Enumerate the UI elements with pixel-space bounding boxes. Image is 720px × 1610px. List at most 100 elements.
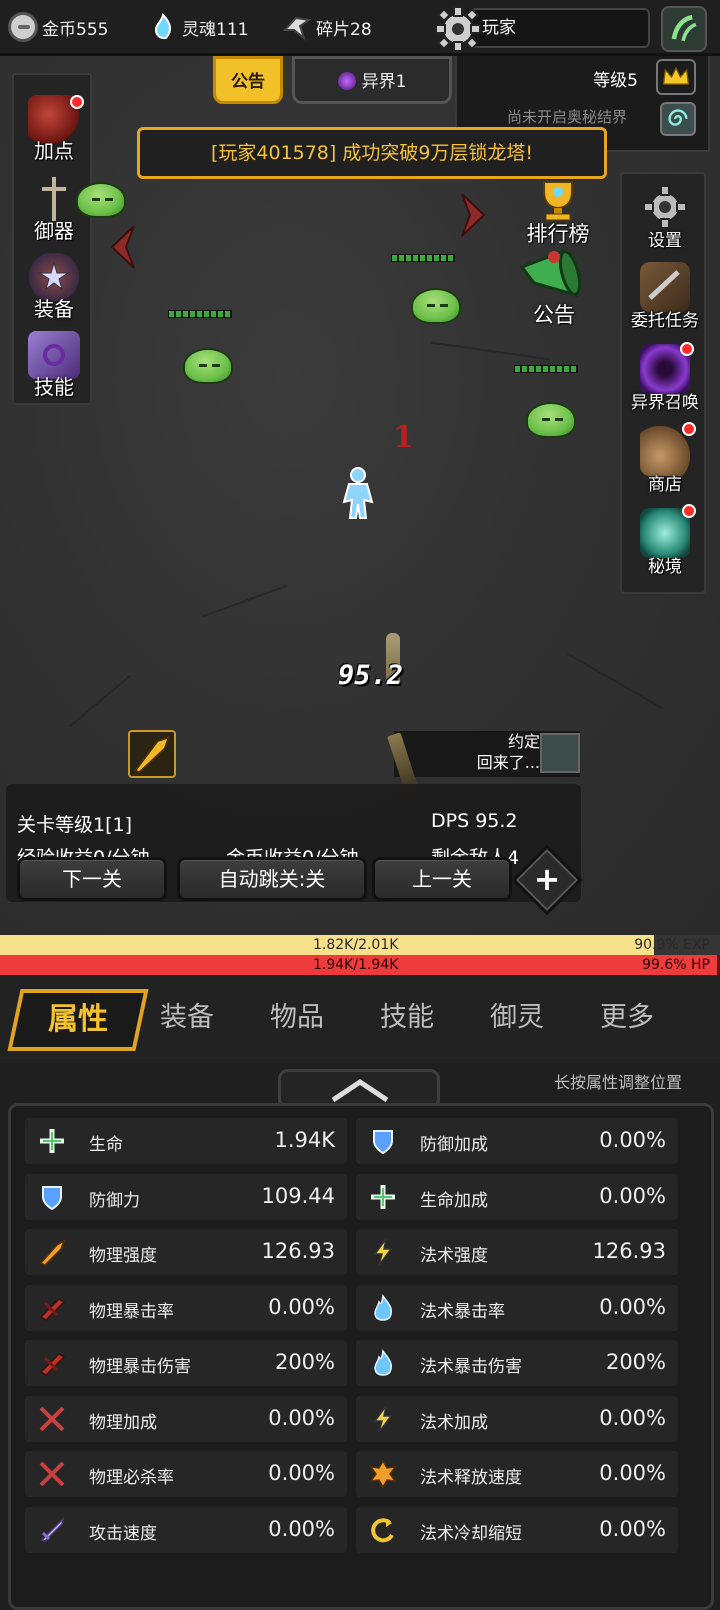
broadcast-banner: [玩家401578] 成功突破9万层锁龙塔! xyxy=(137,127,607,179)
crossed-blade-icon xyxy=(39,1406,65,1431)
auto-skip-button[interactable]: 自动跳关:关 xyxy=(177,857,367,901)
tab-attributes[interactable]: 属性 xyxy=(7,989,149,1051)
attribute-row[interactable]: 法术暴击率 0.00% xyxy=(356,1284,678,1331)
menu-label: 装备 xyxy=(34,297,74,321)
swirl-portal-icon[interactable] xyxy=(660,102,696,136)
sword-icon xyxy=(40,1516,65,1542)
previous-stage-button[interactable]: 上一关 xyxy=(372,857,512,901)
top-resource-bar: 金币555 灵魂111 碎片28 玩家406868[406868] xyxy=(0,0,720,74)
notification-dot xyxy=(682,422,696,436)
attribute-value: 200% xyxy=(605,1350,666,1374)
attribute-row[interactable]: 物理必杀率 0.00% xyxy=(25,1451,347,1497)
tab-items[interactable]: 物品 xyxy=(270,995,324,1034)
next-stage-button[interactable]: 下一关 xyxy=(17,857,167,901)
attribute-row[interactable]: 生命加成 0.00% xyxy=(356,1173,678,1220)
tab-notice[interactable]: 公告 xyxy=(213,56,283,104)
attribute-value: 0.00% xyxy=(599,1183,666,1208)
menu-settings[interactable]: 设置 xyxy=(622,178,708,262)
menu-summon[interactable]: 异界召唤 xyxy=(622,340,708,424)
shop-vase-icon xyxy=(640,426,690,476)
damage-number: 1 xyxy=(393,420,414,455)
menu-label: 委托任务 xyxy=(631,311,699,331)
arrow-left-icon[interactable] xyxy=(108,224,138,270)
menu-skills[interactable]: 技能 xyxy=(14,325,94,405)
menu-label: 商店 xyxy=(648,475,682,495)
menu-secret-realm[interactable]: 秘境 xyxy=(622,504,708,588)
attribute-row[interactable]: 法术冷却缩短 0.00% xyxy=(356,1506,678,1553)
attribute-row[interactable]: 生命 1.94K xyxy=(25,1118,347,1164)
attribute-row[interactable]: 法术暴击伤害 200% xyxy=(356,1340,678,1386)
menu-add-points[interactable]: 加点 xyxy=(14,89,94,169)
ranking-label: 排行榜 xyxy=(526,222,590,246)
portal-icon xyxy=(640,508,690,558)
commission-board-icon xyxy=(640,262,690,312)
megaphone-icon xyxy=(519,249,582,298)
attribute-row[interactable]: 法术加成 0.00% xyxy=(356,1395,678,1442)
golden-blade-icon xyxy=(134,736,170,774)
tab-more[interactable]: 更多 xyxy=(600,995,654,1034)
attribute-name: 防御力 xyxy=(89,1190,140,1211)
tab-skills[interactable]: 技能 xyxy=(380,995,434,1034)
announcement-button[interactable]: 公告 xyxy=(514,245,594,335)
life-icon xyxy=(371,1184,395,1209)
attribute-row[interactable]: 物理加成 0.00% xyxy=(25,1395,347,1442)
menu-commission[interactable]: 委托任务 xyxy=(622,258,708,342)
slime-enemy[interactable] xyxy=(183,348,233,384)
soul-text: 灵魂111 xyxy=(182,19,249,40)
attribute-row[interactable]: 物理强度 126.93 xyxy=(25,1229,347,1275)
attribute-name: 物理必杀率 xyxy=(89,1468,174,1488)
attribute-value: 109.44 xyxy=(261,1183,335,1208)
notification-dot xyxy=(682,504,696,518)
attribute-value: 0.00% xyxy=(599,1128,666,1152)
menu-label: 设置 xyxy=(648,231,682,251)
tab-other-world-label: 异界1 xyxy=(361,72,407,92)
skill-slot[interactable] xyxy=(128,730,176,778)
ground-crack xyxy=(68,674,132,728)
slime-enemy[interactable] xyxy=(411,288,461,324)
menu-shop[interactable]: 商店 xyxy=(622,422,708,506)
attribute-row[interactable]: 攻击速度 0.00% xyxy=(25,1506,347,1553)
slime-enemy[interactable] xyxy=(76,182,126,218)
attribute-value: 0.00% xyxy=(268,1294,335,1319)
attribute-row[interactable]: 防御力 109.44 xyxy=(25,1173,347,1220)
reorder-hint: 长按属性调整位置 xyxy=(553,1073,682,1092)
attribute-row[interactable]: 法术强度 126.93 xyxy=(356,1229,678,1275)
chat-line: 回来了... xyxy=(476,753,540,772)
attribute-row[interactable]: 物理暴击率 0.00% xyxy=(25,1284,347,1331)
ground-crack xyxy=(566,652,664,710)
menu-equipment[interactable]: 装备 xyxy=(14,247,94,327)
slime-enemy[interactable] xyxy=(526,402,576,438)
attribute-value: 0.00% xyxy=(599,1461,666,1485)
player-level: 等级5 xyxy=(593,71,638,91)
attribute-value: 200% xyxy=(274,1350,335,1374)
attribute-name: 物理加成 xyxy=(89,1412,157,1433)
attribute-value: 126.93 xyxy=(592,1239,666,1263)
player-name[interactable]: 玩家406868[406868] xyxy=(470,8,650,74)
attribute-name: 物理暴击率 xyxy=(89,1301,174,1322)
tab-spirits[interactable]: 御灵 xyxy=(490,995,544,1034)
settings-gear-icon[interactable] xyxy=(433,4,483,54)
tab-other-world[interactable]: 异界1 xyxy=(292,56,452,104)
blue-flame-icon xyxy=(374,1349,393,1376)
crown-icon[interactable] xyxy=(656,59,696,95)
attribute-row[interactable]: 法术释放速度 0.00% xyxy=(356,1451,678,1497)
chat-bubble[interactable]: 约定 回来了... xyxy=(394,731,580,777)
exp-percent: 90.9% EXP xyxy=(634,937,710,953)
attribute-row[interactable]: 物理暴击伤害 200% xyxy=(25,1340,347,1386)
attribute-row[interactable]: 防御加成 0.00% xyxy=(356,1118,678,1164)
fire-burst-icon xyxy=(369,1459,397,1489)
ground-crack xyxy=(430,341,550,361)
shield-icon xyxy=(373,1130,393,1155)
arrow-right-icon[interactable] xyxy=(458,192,488,238)
menu-label: 加点 xyxy=(34,139,74,163)
gold-coin-icon xyxy=(8,12,38,42)
tab-equipment[interactable]: 装备 xyxy=(160,995,214,1034)
dps-float-number: 95.2 xyxy=(338,660,404,691)
cooldown-icon xyxy=(371,1517,394,1542)
attribute-name: 生命 xyxy=(89,1135,123,1155)
attribute-name: 法术暴击伤害 xyxy=(420,1357,522,1377)
lightning-icon xyxy=(373,1238,393,1266)
player-avatar[interactable] xyxy=(661,6,707,52)
ranking-button[interactable]: 排行榜 xyxy=(527,178,590,248)
hp-bar: 1.94K/1.94K 99.6% HP xyxy=(0,955,720,975)
